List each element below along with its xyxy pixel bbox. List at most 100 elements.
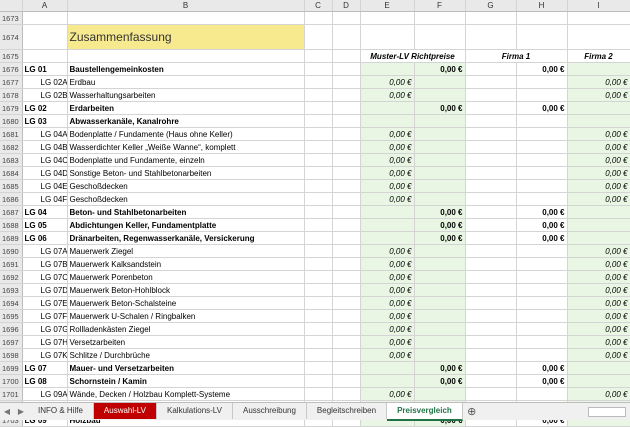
firma2-price-cell[interactable]: 0,00 € xyxy=(567,283,630,297)
firma2-price-cell[interactable] xyxy=(567,101,630,115)
cell[interactable] xyxy=(304,270,333,284)
horizontal-scrollbar[interactable] xyxy=(588,406,626,417)
muster-price-cell[interactable]: 0,00 € xyxy=(360,387,415,401)
muster-total-cell[interactable]: 0,00 € xyxy=(414,205,466,219)
cell[interactable] xyxy=(304,335,333,349)
firma1-total-cell[interactable] xyxy=(516,114,568,128)
muster-price-cell[interactable]: 0,00 € xyxy=(360,257,415,271)
row-header[interactable]: 1694 xyxy=(0,296,23,310)
cell[interactable] xyxy=(304,231,333,245)
lg-code[interactable]: LG 07E xyxy=(22,296,68,310)
muster-price-cell[interactable]: 0,00 € xyxy=(360,322,415,336)
row-header[interactable]: 1693 xyxy=(0,283,23,297)
muster-total-cell[interactable] xyxy=(414,270,466,284)
lg-description[interactable]: Mauerwerk Beton-Hohlblock xyxy=(67,283,305,297)
muster-price-cell[interactable] xyxy=(360,231,415,245)
lg-description[interactable]: Rollladenkästen Ziegel xyxy=(67,322,305,336)
cell[interactable] xyxy=(22,24,68,50)
cell[interactable] xyxy=(304,361,333,375)
firma2-price-cell[interactable]: 0,00 € xyxy=(567,179,630,193)
lg-description[interactable]: Mauerwerk Kalksandstein xyxy=(67,257,305,271)
firma2-price-cell[interactable]: 0,00 € xyxy=(567,309,630,323)
firma1-price-cell[interactable] xyxy=(465,88,517,102)
muster-total-cell[interactable]: 0,00 € xyxy=(414,231,466,245)
column-header-h[interactable]: H xyxy=(516,0,568,12)
muster-total-cell[interactable] xyxy=(414,283,466,297)
tab-prev-icon[interactable]: ◀ xyxy=(0,407,14,416)
lg-code[interactable]: LG 05 xyxy=(22,218,68,232)
cell[interactable] xyxy=(304,140,333,154)
firma2-price-cell[interactable]: 0,00 € xyxy=(567,153,630,167)
firma1-price-cell[interactable] xyxy=(465,335,517,349)
row-header[interactable]: 1678 xyxy=(0,88,23,102)
lg-code[interactable]: LG 07G xyxy=(22,322,68,336)
firma1-total-cell[interactable] xyxy=(516,387,568,401)
lg-code[interactable]: LG 04E xyxy=(22,179,68,193)
muster-total-cell[interactable]: 0,00 € xyxy=(414,218,466,232)
firma1-total-cell[interactable] xyxy=(516,348,568,362)
muster-total-cell[interactable] xyxy=(414,153,466,167)
cell[interactable] xyxy=(22,49,68,63)
column-header-d[interactable]: D xyxy=(332,0,361,12)
muster-price-cell[interactable]: 0,00 € xyxy=(360,244,415,258)
cell[interactable] xyxy=(567,11,630,25)
firma2-price-cell[interactable] xyxy=(567,231,630,245)
cell[interactable] xyxy=(360,24,415,50)
firma1-total-cell[interactable]: 0,00 € xyxy=(516,231,568,245)
firma1-price-cell[interactable] xyxy=(465,153,517,167)
muster-price-cell[interactable]: 0,00 € xyxy=(360,296,415,310)
lg-code[interactable]: LG 04D xyxy=(22,166,68,180)
cell[interactable] xyxy=(332,192,361,206)
muster-price-cell[interactable]: 0,00 € xyxy=(360,283,415,297)
lg-description[interactable]: Schornstein / Kamin xyxy=(67,374,305,388)
muster-price-cell[interactable] xyxy=(360,101,415,115)
firma2-price-cell[interactable]: 0,00 € xyxy=(567,166,630,180)
firma1-total-cell[interactable] xyxy=(516,166,568,180)
row-header[interactable]: 1684 xyxy=(0,166,23,180)
muster-price-cell[interactable] xyxy=(360,374,415,388)
lg-code[interactable]: LG 04B xyxy=(22,140,68,154)
cell[interactable] xyxy=(332,114,361,128)
lg-description[interactable]: Baustellengemeinkosten xyxy=(67,62,305,76)
muster-total-cell[interactable] xyxy=(414,335,466,349)
cell[interactable] xyxy=(304,283,333,297)
row-header[interactable]: 1687 xyxy=(0,205,23,219)
muster-total-cell[interactable] xyxy=(414,244,466,258)
cell[interactable] xyxy=(465,11,517,25)
tab-kalkulations-lv[interactable]: Kalkulations-LV xyxy=(157,402,233,419)
column-header-e[interactable]: E xyxy=(360,0,415,12)
firma1-total-cell[interactable]: 0,00 € xyxy=(516,205,568,219)
firma1-total-cell[interactable]: 0,00 € xyxy=(516,374,568,388)
firma2-price-cell[interactable]: 0,00 € xyxy=(567,244,630,258)
cell[interactable] xyxy=(332,140,361,154)
firma1-total-cell[interactable] xyxy=(516,88,568,102)
firma1-price-cell[interactable] xyxy=(465,322,517,336)
muster-total-cell[interactable] xyxy=(414,179,466,193)
cell[interactable] xyxy=(332,24,361,50)
firma2-price-cell[interactable]: 0,00 € xyxy=(567,88,630,102)
lg-description[interactable]: Mauerwerk Porenbeton xyxy=(67,270,305,284)
lg-code[interactable]: LG 02B xyxy=(22,88,68,102)
muster-price-cell[interactable]: 0,00 € xyxy=(360,140,415,154)
firma1-price-cell[interactable] xyxy=(465,244,517,258)
muster-total-cell[interactable] xyxy=(414,127,466,141)
firma2-price-cell[interactable]: 0,00 € xyxy=(567,75,630,89)
cell[interactable] xyxy=(332,153,361,167)
lg-code[interactable]: LG 09A xyxy=(22,387,68,401)
muster-price-cell[interactable] xyxy=(360,361,415,375)
firma1-price-cell[interactable] xyxy=(465,127,517,141)
muster-total-cell[interactable] xyxy=(414,348,466,362)
firma1-price-cell[interactable] xyxy=(465,114,517,128)
firma1-total-cell[interactable] xyxy=(516,296,568,310)
cell[interactable] xyxy=(332,309,361,323)
muster-price-cell[interactable]: 0,00 € xyxy=(360,153,415,167)
row-header[interactable]: 1696 xyxy=(0,322,23,336)
cell[interactable] xyxy=(67,11,305,25)
lg-description[interactable]: Abdichtungen Keller, Fundamentplatte xyxy=(67,218,305,232)
firma1-price-cell[interactable] xyxy=(465,374,517,388)
lg-description[interactable]: Mauer- und Versetzarbeiten xyxy=(67,361,305,375)
firma1-total-cell[interactable] xyxy=(516,244,568,258)
lg-description[interactable]: Wände, Decken / Holzbau Komplett-Systeme xyxy=(67,387,305,401)
muster-total-cell[interactable] xyxy=(414,309,466,323)
firma1-total-cell[interactable] xyxy=(516,270,568,284)
